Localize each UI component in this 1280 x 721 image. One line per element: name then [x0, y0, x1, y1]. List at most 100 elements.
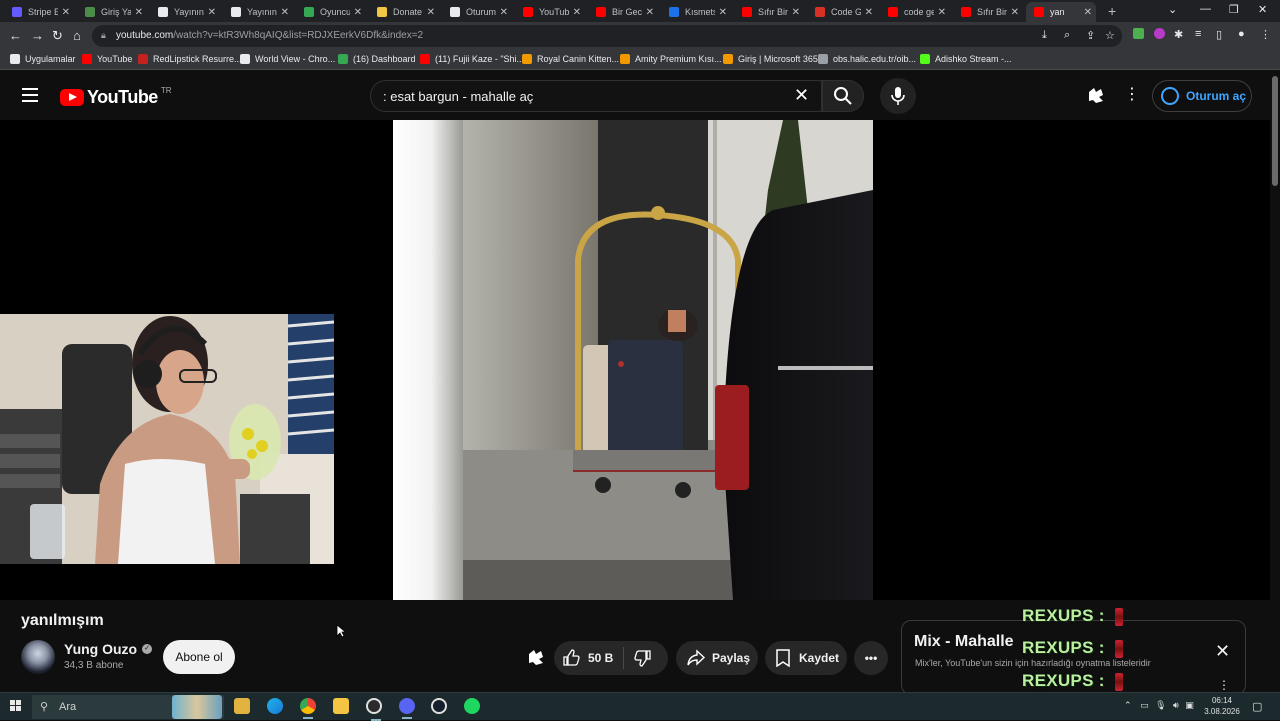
browser-tab[interactable]: Oturum ✕: [442, 2, 512, 22]
zoom-icon[interactable]: ⌕: [1064, 29, 1070, 42]
browser-tab[interactable]: Stripe Ex ✕: [4, 2, 74, 22]
mix-title[interactable]: Mix - Mahalle: [914, 633, 1014, 651]
menu-icon[interactable]: [22, 88, 38, 102]
browser-tab[interactable]: Bir Gece ✕: [588, 2, 658, 22]
discord-icon[interactable]: [399, 698, 415, 719]
tab-close-icon[interactable]: ✕: [938, 7, 946, 18]
taskbar-search-placeholder[interactable]: Ara: [59, 701, 76, 713]
network-icon[interactable]: ▭: [1140, 700, 1149, 710]
address-bar[interactable]: 🔒︎ youtube.com/watch?v=ktR3Wh8qAIQ&list=…: [92, 25, 1122, 47]
like-icon[interactable]: [562, 649, 580, 667]
chrome-icon[interactable]: [300, 698, 316, 719]
search-query[interactable]: : esat bargun - mahalle aç: [383, 89, 533, 104]
media-control-icon[interactable]: ≡: [1195, 28, 1201, 40]
bookmark-item[interactable]: Giriş | Microsoft 365: [723, 54, 818, 64]
browser-tab[interactable]: Sıfır Bir ✕: [953, 2, 1023, 22]
bookmark-star-icon[interactable]: ☆: [1105, 29, 1115, 42]
browser-tab[interactable]: Donate ✕: [369, 2, 439, 22]
tab-close-icon[interactable]: ✕: [427, 7, 435, 18]
notification-icon[interactable]: ▢: [1252, 700, 1262, 713]
obs-icon[interactable]: [366, 698, 382, 721]
browser-tab[interactable]: code ge ✕: [880, 2, 950, 22]
tab-close-icon[interactable]: ✕: [62, 7, 70, 18]
youtube-logo[interactable]: YouTube TR: [60, 86, 172, 108]
save-button[interactable]: Kaydet: [765, 641, 847, 675]
share-icon[interactable]: ⇪: [1086, 29, 1095, 42]
tab-close-icon[interactable]: ✕: [135, 7, 143, 18]
tab-close-icon[interactable]: ✕: [208, 7, 216, 18]
display-icon[interactable]: ▣: [1185, 700, 1194, 710]
apps-icon[interactable]: [1086, 86, 1106, 106]
volume-icon[interactable]: 🔊︎: [1173, 700, 1179, 710]
channel-avatar[interactable]: [21, 640, 55, 674]
chrome-menu-icon[interactable]: ⋮: [1260, 28, 1271, 41]
sign-in-button[interactable]: Oturum aç: [1152, 80, 1252, 112]
home-icon[interactable]: ⌂: [73, 28, 81, 43]
voice-search-button[interactable]: [880, 78, 916, 114]
more-actions-button[interactable]: •••: [854, 641, 888, 675]
tab-close-icon[interactable]: ✕: [646, 7, 654, 18]
forward-icon[interactable]: →: [31, 28, 44, 43]
dislike-icon[interactable]: [634, 649, 652, 667]
browser-tab[interactable]: Oyuncu ✕: [296, 2, 366, 22]
share-button[interactable]: Paylaş: [676, 641, 758, 675]
reload-icon[interactable]: ↻: [52, 28, 63, 44]
browser-tab[interactable]: YouTube ✕: [515, 2, 585, 22]
video-player[interactable]: [0, 120, 1270, 600]
url-text[interactable]: youtube.com/watch?v=ktR3Wh8qAIQ&list=RDJ…: [116, 30, 423, 41]
browser-tab[interactable]: Code G ✕: [807, 2, 877, 22]
subscribe-button[interactable]: Abone ol: [163, 640, 235, 674]
more-vertical-icon[interactable]: ⋮: [1218, 678, 1230, 692]
search-highlight-image[interactable]: [172, 695, 222, 719]
tab-close-icon[interactable]: ✕: [792, 7, 800, 18]
tab-close-icon[interactable]: ✕: [1084, 7, 1092, 18]
new-tab-button[interactable]: +: [1108, 3, 1116, 19]
bookmark-item[interactable]: World View - Chro...: [240, 54, 335, 64]
file-explorer-icon[interactable]: [234, 698, 250, 714]
channel-name-link[interactable]: Yung Ouzo ✓: [64, 641, 153, 657]
tab-close-icon[interactable]: ✕: [354, 7, 362, 18]
edge-icon[interactable]: [267, 698, 283, 714]
tray-expand-icon[interactable]: ⌃: [1124, 700, 1132, 710]
search-button[interactable]: [822, 80, 864, 112]
browser-tab[interactable]: Giriş Yap ✕: [77, 2, 147, 22]
tab-close-icon[interactable]: ✕: [865, 7, 873, 18]
bookmark-item[interactable]: RedLipstick Resurre...: [138, 54, 242, 64]
scrollbar-thumb[interactable]: [1272, 76, 1278, 186]
side-panel-icon[interactable]: ▯: [1216, 28, 1222, 41]
browser-tab[interactable]: yan ✕: [1026, 2, 1096, 22]
tab-close-icon[interactable]: ✕: [719, 7, 727, 18]
bookmark-item[interactable]: YouTube: [82, 54, 132, 64]
lock-icon[interactable]: 🔒︎: [101, 30, 106, 41]
close-window-button[interactable]: ✕: [1258, 3, 1267, 16]
tab-close-icon[interactable]: ✕: [573, 7, 581, 18]
close-icon[interactable]: ✕: [1215, 641, 1230, 662]
taskbar-clock[interactable]: 06:14 3.08.2026: [1203, 695, 1241, 717]
bookmark-item[interactable]: obs.halic.edu.tr/oib...: [818, 54, 916, 64]
bookmark-item[interactable]: Amity Premium Kısı...: [620, 54, 722, 64]
bookmark-item[interactable]: Adishko Stream -...: [920, 54, 1012, 64]
system-tray[interactable]: ⌃ ▭ 🎙︎ 🔊︎ ▣: [1124, 700, 1194, 711]
extensions-puzzle-icon[interactable]: ✱: [1174, 28, 1183, 41]
tab-close-icon[interactable]: ✕: [281, 7, 289, 18]
search-input[interactable]: : esat bargun - mahalle aç: [370, 80, 822, 112]
tab-close-icon[interactable]: ✕: [500, 7, 508, 18]
tab-search-icon[interactable]: ⌄: [1168, 3, 1177, 16]
tab-close-icon[interactable]: ✕: [1011, 7, 1019, 18]
profile-icon[interactable]: ●: [1238, 28, 1245, 40]
steam-icon[interactable]: [431, 698, 447, 714]
install-icon[interactable]: ⤓: [1042, 29, 1047, 42]
extension-icon[interactable]: [1154, 28, 1165, 39]
clip-icon[interactable]: [526, 648, 546, 668]
windows-start-icon[interactable]: [10, 700, 22, 712]
back-icon[interactable]: ←: [9, 28, 22, 43]
bookmark-item[interactable]: (11) Fujii Kaze - "Shi...: [420, 54, 524, 64]
bookmark-item[interactable]: Uygulamalar: [10, 54, 76, 64]
browser-tab[interactable]: Sıfır Bir ✕: [734, 2, 804, 22]
restore-button[interactable]: ❐: [1229, 3, 1239, 16]
browser-tab[interactable]: Yayının ✕: [223, 2, 293, 22]
bookmark-item[interactable]: (16) Dashboard: [338, 54, 416, 64]
minimize-button[interactable]: —: [1200, 3, 1211, 15]
microphone-tray-icon[interactable]: 🎙︎: [1155, 700, 1166, 710]
spotify-icon[interactable]: [464, 698, 480, 714]
